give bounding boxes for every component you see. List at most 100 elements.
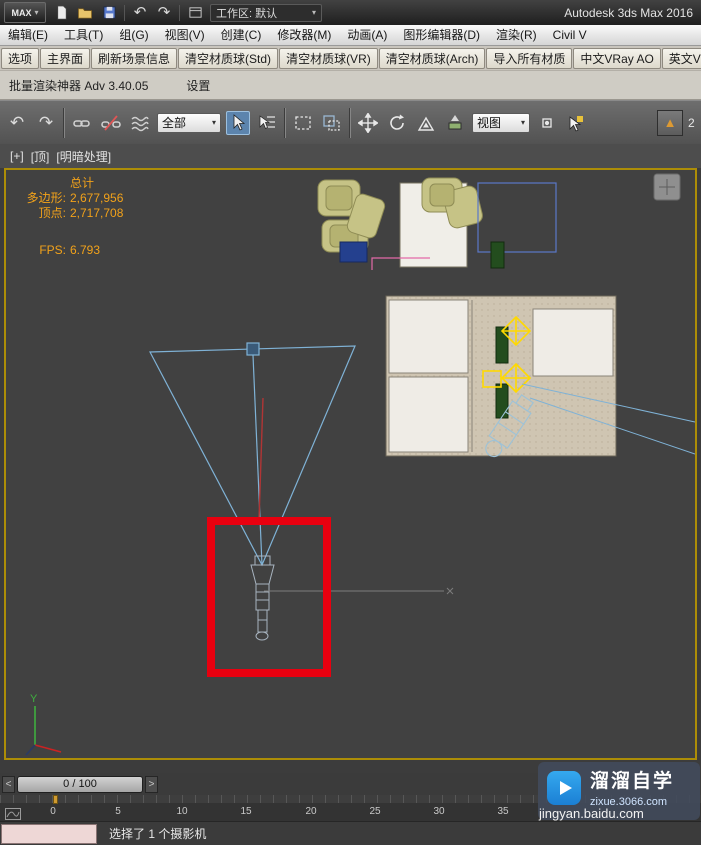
menu-modifiers[interactable]: 修改器(M) — [269, 25, 339, 45]
open-file-icon[interactable] — [76, 4, 94, 22]
stats-fps-value: 6.793 — [70, 243, 101, 257]
toolbar-separator — [284, 107, 286, 138]
use-pivot-center-icon[interactable] — [535, 111, 559, 135]
coord-system-value: 视图 — [477, 116, 502, 130]
viewport-top[interactable]: 总计 多边形: 2,677,956 顶点: 2,717,708 FPS: 6.793 — [4, 168, 697, 760]
blue-selection-outline[interactable] — [477, 182, 557, 253]
axis-tripod: Y — [25, 693, 62, 756]
toolbar-separator — [63, 107, 65, 138]
tick-label: 20 — [305, 806, 317, 817]
menu-create[interactable]: 创建(C) — [213, 25, 270, 45]
main-toolbar: ↶ ↷ 全部 ▾ 视图 ▾ ▲ 2 — [0, 100, 701, 144]
btn-refresh-scene-info[interactable]: 刷新场景信息 — [91, 47, 178, 69]
btn-clear-material-arch[interactable]: 清空材质球(Arch) — [378, 47, 486, 69]
chevron-down-icon: ▾ — [311, 8, 316, 17]
tick-label: 30 — [433, 806, 445, 817]
viewport-canvas[interactable]: Y — [6, 170, 695, 758]
camera-body[interactable] — [250, 555, 275, 641]
select-and-manipulate-icon[interactable] — [564, 111, 588, 135]
btn-options[interactable]: 选项 — [1, 47, 40, 69]
toolbar-overflow-button[interactable]: ▲ — [657, 109, 683, 136]
maxscript-mini-listener[interactable] — [1, 823, 97, 844]
application-menu-button[interactable]: MAX ▾ — [4, 2, 46, 23]
menu-civil-view[interactable]: Civil V — [545, 25, 595, 45]
redo-icon[interactable]: ↷ — [155, 4, 173, 22]
batch-settings-button[interactable]: 设置 — [186, 77, 210, 94]
btn-clear-material-vr[interactable]: 清空材质球(VR) — [279, 47, 378, 69]
tick-label: 15 — [240, 806, 252, 817]
watermark-brand: 溜溜自学 — [590, 771, 675, 792]
select-and-link-icon[interactable] — [70, 111, 94, 135]
btn-en-vray[interactable]: 英文VRay A — [661, 47, 701, 69]
batch-render-bar: 批量渲染神器 Adv 3.40.05 设置 — [0, 70, 701, 100]
select-and-scale-icon[interactable] — [414, 111, 438, 135]
menu-group[interactable]: 组(G) — [111, 25, 156, 45]
watermark-jingyan-text: jingyan.baidu.com — [539, 806, 644, 821]
up-arrow-icon: ▲ — [663, 115, 677, 130]
viewport-shading-menu[interactable]: [明暗处理] — [56, 148, 111, 165]
next-frame-button[interactable]: > — [145, 775, 158, 793]
previous-frame-button[interactable]: < — [2, 775, 15, 793]
stats-total: 总计 — [70, 176, 95, 190]
rectangular-selection-region-icon[interactable] — [291, 111, 315, 135]
workspace-dropdown[interactable]: 工作区: 默认 ▾ — [210, 3, 322, 22]
btn-main-ui[interactable]: 主界面 — [40, 47, 91, 69]
viewcube-icon[interactable] — [653, 173, 681, 201]
viewport-statistics: 总计 多边形: 2,677,956 顶点: 2,717,708 FPS: 6.793 — [16, 176, 124, 258]
stats-fps-label: FPS: — [39, 243, 66, 257]
menu-views[interactable]: 视图(V) — [157, 25, 213, 45]
time-slider[interactable]: 0 / 100 — [17, 775, 143, 793]
mini-curve-editor-icon[interactable] — [5, 807, 21, 820]
stats-verts-value: 2,717,708 — [70, 206, 124, 220]
3dsmax-window: MAX ▾ ↶ ↷ 工作区: 默认 ▾ Autodesk 3ds Max 201… — [0, 0, 701, 845]
snap-toggle-partial[interactable]: 2 — [688, 116, 696, 130]
tick-label: 25 — [369, 806, 381, 817]
menu-bar: 编辑(E) 工具(T) 组(G) 视图(V) 创建(C) 修改器(M) 动画(A… — [0, 25, 701, 46]
viewport-pov-menu[interactable]: [顶] — [31, 148, 50, 165]
selection-filter-dropdown[interactable]: 全部 ▾ — [157, 112, 221, 133]
btn-clear-material-std[interactable]: 清空材质球(Std) — [178, 47, 279, 69]
tick-label: 5 — [115, 806, 121, 817]
select-object-icon[interactable] — [226, 110, 250, 135]
bind-to-space-warp-icon[interactable] — [128, 111, 152, 135]
chevron-down-icon: ▾ — [211, 118, 216, 127]
toolbar-separator — [179, 4, 180, 21]
unlink-selection-icon[interactable] — [99, 111, 123, 135]
furniture-chairs-left[interactable] — [317, 179, 386, 263]
stats-polys-label: 多边形: — [26, 191, 66, 205]
window-crossing-icon[interactable] — [320, 111, 344, 135]
tick-label: 10 — [176, 806, 188, 817]
camera-red-axis-line — [258, 397, 264, 521]
viewport-general-menu[interactable]: [+] — [10, 149, 24, 163]
current-frame-marker[interactable] — [53, 795, 58, 804]
select-by-name-icon[interactable] — [255, 111, 279, 135]
status-bar: 选择了 1 个摄影机 — [0, 821, 701, 845]
undo-icon[interactable]: ↶ — [5, 111, 29, 135]
project-folder-icon[interactable] — [186, 4, 204, 22]
status-selection-text: 选择了 1 个摄影机 — [109, 827, 207, 841]
new-scene-icon[interactable] — [52, 4, 70, 22]
viewport-label-row: [+] [顶] [明暗处理] — [0, 144, 701, 168]
reference-coordinate-dropdown[interactable]: 视图 ▾ — [472, 112, 530, 133]
title-bar: MAX ▾ ↶ ↷ 工作区: 默认 ▾ Autodesk 3ds Max 201… — [0, 0, 701, 25]
select-and-move-icon[interactable] — [356, 111, 380, 135]
select-and-place-icon[interactable] — [443, 111, 467, 135]
plugin-toolbar: 选项 主界面 刷新场景信息 清空材质球(Std) 清空材质球(VR) 清空材质球… — [0, 46, 701, 70]
btn-import-all-materials[interactable]: 导入所有材质 — [486, 47, 573, 69]
menu-rendering[interactable]: 渲染(R) — [488, 25, 545, 45]
tick-label: 0 — [50, 806, 56, 817]
select-and-rotate-icon[interactable] — [385, 111, 409, 135]
menu-graph-editors[interactable]: 图形编辑器(D) — [395, 25, 488, 45]
menu-tools[interactable]: 工具(T) — [56, 25, 111, 45]
redo-icon[interactable]: ↷ — [34, 111, 58, 135]
axis-y-label: Y — [30, 693, 38, 705]
btn-cn-vray-ao[interactable]: 中文VRay AO — [573, 47, 661, 69]
menu-animation[interactable]: 动画(A) — [339, 25, 395, 45]
menu-edit[interactable]: 编辑(E) — [0, 25, 56, 45]
construction-line — [264, 587, 454, 595]
save-file-icon[interactable] — [100, 4, 118, 22]
tick-label: 35 — [497, 806, 509, 817]
plant-box[interactable] — [490, 241, 505, 269]
undo-icon[interactable]: ↶ — [131, 4, 149, 22]
app-title: Autodesk 3ds Max 2016 — [564, 5, 693, 20]
